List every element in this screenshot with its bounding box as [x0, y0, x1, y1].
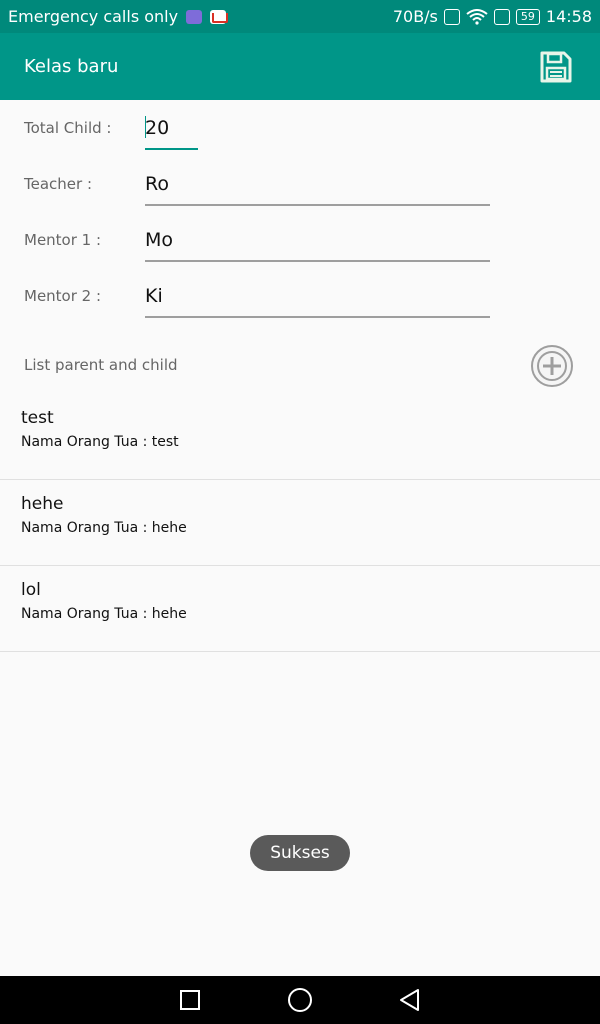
square-icon: [180, 990, 200, 1010]
recents-button[interactable]: [177, 987, 203, 1013]
save-button[interactable]: [536, 47, 576, 87]
net-speed: 70B/s: [392, 7, 438, 26]
child-name: lol: [21, 580, 41, 600]
mentor1-value: Mo: [145, 229, 174, 251]
mentor1-label: Mentor 1 :: [24, 231, 102, 249]
mentor2-value: Ki: [145, 285, 163, 307]
back-button[interactable]: [397, 987, 423, 1013]
text-caret: [145, 116, 146, 138]
toast-message: Sukses: [250, 835, 350, 871]
mentor2-row: Mentor 2 : Ki: [24, 268, 504, 324]
mentor2-input[interactable]: Ki: [145, 280, 490, 318]
mentor1-row: Mentor 1 : Mo: [24, 212, 504, 268]
input-underline: [145, 204, 490, 206]
mentor1-input[interactable]: Mo: [145, 224, 490, 262]
input-underline: [145, 148, 198, 150]
triangle-back-icon: [400, 989, 419, 1011]
list-item[interactable]: lol Nama Orang Tua : hehe: [0, 566, 600, 652]
list-item[interactable]: hehe Nama Orang Tua : hehe: [0, 480, 600, 566]
child-name: hehe: [21, 494, 64, 514]
add-item-button[interactable]: [530, 344, 574, 388]
child-name: test: [21, 408, 54, 428]
total-child-value: 20: [145, 117, 170, 139]
circle-icon: [288, 988, 312, 1012]
list-header: List parent and child: [24, 340, 584, 390]
parent-child-list: test Nama Orang Tua : test hehe Nama Ora…: [0, 394, 600, 652]
clock: 14:58: [545, 7, 592, 26]
wifi-icon: [466, 8, 488, 25]
input-underline: [145, 316, 490, 318]
total-child-row: Total Child : 20: [24, 100, 504, 156]
total-child-input[interactable]: 20: [145, 112, 198, 150]
teacher-input[interactable]: Ro: [145, 168, 490, 206]
system-nav-bar: [0, 976, 600, 1024]
home-button[interactable]: [287, 987, 313, 1013]
viber-icon: [186, 9, 203, 24]
battery-indicator: 59: [515, 8, 540, 25]
parent-name: Nama Orang Tua : hehe: [21, 606, 187, 622]
list-header-label: List parent and child: [24, 356, 178, 374]
parent-name: Nama Orang Tua : test: [21, 434, 179, 450]
carrier-text: Emergency calls only: [8, 7, 179, 26]
gmail-icon: [210, 9, 229, 24]
parent-name: Nama Orang Tua : hehe: [21, 520, 187, 536]
app-bar: Kelas baru: [0, 33, 600, 100]
mentor2-label: Mentor 2 :: [24, 287, 102, 305]
sim-icon: [493, 8, 510, 25]
list-item[interactable]: test Nama Orang Tua : test: [0, 394, 600, 480]
add-circle-icon: [531, 345, 573, 387]
total-child-label: Total Child :: [24, 119, 112, 137]
save-icon: [540, 51, 572, 82]
page-title: Kelas baru: [24, 56, 119, 77]
teacher-row: Teacher : Ro: [24, 156, 504, 212]
teacher-value: Ro: [145, 173, 169, 195]
teacher-label: Teacher :: [24, 175, 93, 193]
status-bar: Emergency calls only 70B/s 59 14:58: [0, 0, 600, 33]
vibrate-icon: [443, 8, 460, 25]
input-underline: [145, 260, 490, 262]
